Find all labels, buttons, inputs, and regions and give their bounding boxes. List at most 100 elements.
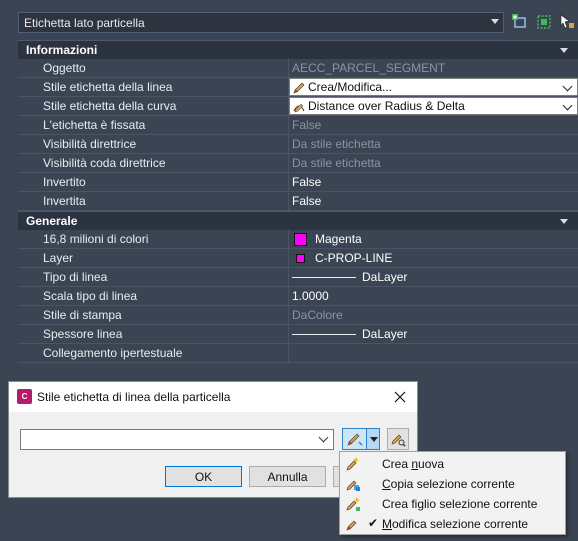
property-row: Oggetto AECC_PARCEL_SEGMENT <box>18 59 578 78</box>
style-combo[interactable] <box>20 429 334 450</box>
property-label: Tipo di linea <box>18 268 289 286</box>
checkmark-icon: ✔ <box>368 516 379 530</box>
cancel-label: Annulla <box>267 469 308 484</box>
property-value[interactable]: DaLayer <box>289 268 578 286</box>
lineweight-preview <box>292 333 356 335</box>
curve-label-style-combo[interactable]: Distance over Radius & Delta <box>289 97 578 115</box>
property-row: Stile etichetta della curva Distance ove… <box>18 97 578 116</box>
create-new-icon <box>346 457 359 471</box>
edit-style-icon <box>347 433 363 446</box>
object-type-value: Etichetta lato particella <box>24 15 145 30</box>
property-label: Stile di stampa <box>18 306 289 324</box>
section-title: Generale <box>26 214 78 228</box>
property-row: Collegamento ipertestuale <box>18 344 578 363</box>
property-row: Visibilità direttrice Da stile etichetta <box>18 135 578 154</box>
property-value[interactable]: 1.0000 <box>289 287 578 305</box>
layer-color-swatch <box>296 253 305 263</box>
menu-item-copy-current[interactable]: Copia selezione corrente <box>340 474 565 494</box>
property-value[interactable]: C-PROP-LINE <box>289 249 578 267</box>
pick-style-icon <box>391 434 406 447</box>
style-options-split-button[interactable] <box>342 428 380 450</box>
collapse-caret-icon[interactable] <box>560 48 568 53</box>
menu-item-edit-current[interactable]: ✔ Modifica selezione corrente <box>340 514 565 534</box>
property-label: Invertita <box>18 192 289 210</box>
chevron-down-icon <box>370 437 378 442</box>
property-value[interactable] <box>289 344 578 362</box>
property-label: Scala tipo di linea <box>18 287 289 305</box>
menu-item-create-new[interactable]: Crea nuova <box>340 454 565 474</box>
property-label: 16,8 milioni di colori <box>18 230 289 248</box>
section-header-informazioni[interactable]: Informazioni <box>18 40 578 59</box>
linetype-name: DaLayer <box>362 270 408 284</box>
property-row: Scala tipo di linea 1.0000 <box>18 287 578 306</box>
cancel-button[interactable]: Annulla <box>249 466 326 487</box>
object-type-selector[interactable]: Etichetta lato particella <box>18 12 504 33</box>
property-label: Stile etichetta della linea <box>18 78 289 96</box>
property-value[interactable]: Magenta <box>289 230 578 248</box>
properties-grid: Informazioni Oggetto AECC_PARCEL_SEGMENT… <box>18 40 578 363</box>
style-options-menu: Crea nuova Copia selezione corrente Crea… <box>339 451 566 535</box>
property-label: Spessore linea <box>18 325 289 343</box>
property-row: Stile di stampa DaColore <box>18 306 578 325</box>
property-value: AECC_PARCEL_SEGMENT <box>292 61 446 75</box>
linetype-preview <box>292 276 356 278</box>
property-label: Stile etichetta della curva <box>18 97 289 115</box>
combo-value: Distance over Radius & Delta <box>308 99 465 113</box>
layer-name: C-PROP-LINE <box>315 251 393 265</box>
property-label: Visibilità direttrice <box>18 135 289 153</box>
property-label: L'etichetta è fissata <box>18 116 289 134</box>
object-type-bar: Etichetta lato particella <box>0 10 578 34</box>
create-child-icon <box>346 497 360 511</box>
menu-item-label: Copia selezione corrente <box>382 477 515 491</box>
property-value: DaColore <box>292 308 343 322</box>
chevron-down-icon <box>562 81 573 92</box>
property-label: Visibilità coda direttrice <box>18 154 289 172</box>
split-button-dropdown[interactable] <box>366 429 379 449</box>
style-edit-icon <box>293 82 305 94</box>
property-row: Invertito False <box>18 173 578 192</box>
copy-style-icon <box>346 480 360 491</box>
property-value: False <box>292 118 322 132</box>
line-label-style-combo[interactable]: Crea/Modifica... <box>289 78 578 96</box>
quick-select-icon[interactable] <box>535 13 553 31</box>
section-title: Informazioni <box>26 43 98 57</box>
close-icon[interactable] <box>391 388 409 406</box>
section-header-generale[interactable]: Generale <box>18 211 578 230</box>
color-name: Magenta <box>315 232 362 246</box>
property-value[interactable]: DaLayer <box>289 325 578 343</box>
dialog-title: Stile etichetta di linea della particell… <box>37 390 231 404</box>
property-label: Invertito <box>18 173 289 191</box>
property-label: Collegamento ipertestuale <box>18 344 289 362</box>
property-row: Stile etichetta della linea Crea/Modific… <box>18 78 578 97</box>
property-row: L'etichetta è fissata False <box>18 116 578 135</box>
chevron-down-icon <box>318 432 329 443</box>
menu-item-create-child[interactable]: Crea figlio selezione corrente <box>340 494 565 514</box>
property-value: Da stile etichetta <box>292 137 381 151</box>
civil3d-app-icon: C <box>17 389 32 404</box>
pick-from-drawing-button[interactable] <box>387 428 409 450</box>
curve-style-icon <box>293 103 305 113</box>
menu-item-label: Modifica selezione corrente <box>382 517 529 531</box>
property-value: Distance over Radius & Delta <box>289 97 578 115</box>
select-objects-icon[interactable] <box>558 13 576 31</box>
dialog-titlebar: C Stile etichetta di linea della partice… <box>9 382 417 412</box>
property-row: Visibilità coda direttrice Da stile etic… <box>18 154 578 173</box>
property-row: Layer C-PROP-LINE <box>18 249 578 268</box>
property-row: Invertita False <box>18 192 578 211</box>
property-label: Oggetto <box>18 59 289 77</box>
color-swatch <box>294 232 307 246</box>
add-to-selection-icon[interactable] <box>511 13 529 31</box>
property-value[interactable]: False <box>289 173 578 191</box>
property-row: Tipo di linea DaLayer <box>18 268 578 287</box>
combo-value: Crea/Modifica... <box>308 80 393 94</box>
property-row: 16,8 milioni di colori Magenta <box>18 230 578 249</box>
property-label: Layer <box>18 249 289 267</box>
chevron-down-icon <box>491 19 499 24</box>
ok-button[interactable]: OK <box>165 466 242 487</box>
collapse-caret-icon[interactable] <box>560 219 568 224</box>
lineweight-name: DaLayer <box>362 327 408 341</box>
property-value: Crea/Modifica... <box>289 78 578 96</box>
menu-item-label: Crea nuova <box>382 457 445 471</box>
property-value[interactable]: False <box>289 192 578 210</box>
ok-label: OK <box>194 469 213 484</box>
